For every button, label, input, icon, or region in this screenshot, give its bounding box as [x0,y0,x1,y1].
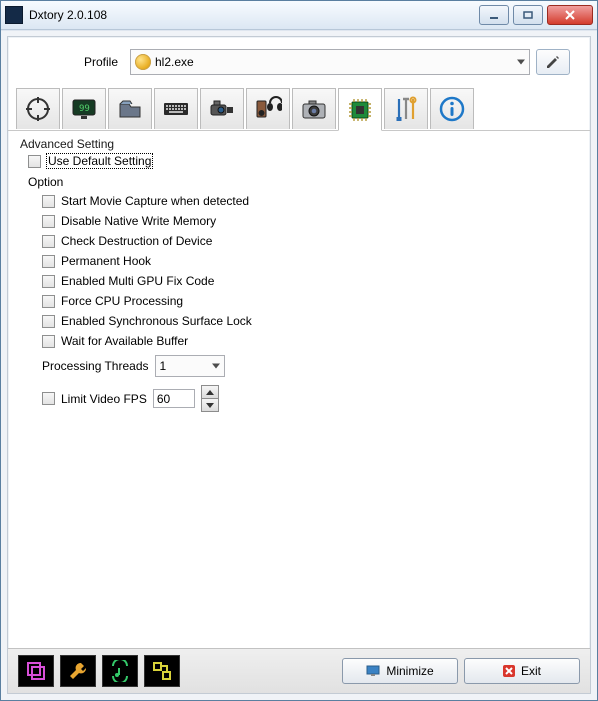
advanced-pane: Advanced Setting Use Default Setting Opt… [8,131,590,648]
option-label: Check Destruction of Device [61,234,212,248]
fps-spin-down[interactable] [201,399,219,412]
limit-fps-label: Limit Video FPS [61,392,147,406]
option-label: Force CPU Processing [61,294,183,308]
processing-threads-row: Processing Threads 1 [20,351,578,381]
option-label: Disable Native Write Memory [61,214,216,228]
camera-icon [300,95,328,123]
triangle-up-icon [206,390,214,395]
close-window-button[interactable] [547,5,593,25]
option-row-6[interactable]: Enabled Synchronous Surface Lock [20,311,578,331]
titlebar[interactable]: Dxtory 2.0.108 [1,1,597,30]
tool-button-4[interactable] [144,655,180,687]
monitor-small-icon [366,665,380,677]
camcorder-icon [208,95,236,123]
info-icon [438,95,466,123]
tab-advanced[interactable] [338,88,382,131]
option-row-2[interactable]: Check Destruction of Device [20,231,578,251]
maximize-window-button[interactable] [513,5,543,25]
tab-third-party[interactable] [384,88,428,129]
tab-hotkey[interactable] [154,88,198,129]
window-title: Dxtory 2.0.108 [29,8,107,22]
profile-row: Profile hl2.exe [8,37,590,83]
monitor-icon: 99 [70,95,98,123]
fps-spin-up[interactable] [201,385,219,399]
tool-button-2[interactable] [60,655,96,687]
tab-target[interactable] [16,88,60,129]
option-checkbox[interactable] [42,335,55,348]
app-icon [5,6,23,24]
tool-button-1[interactable] [18,655,54,687]
profile-select[interactable]: hl2.exe [130,49,530,75]
edit-profile-button[interactable] [536,49,570,75]
profile-value: hl2.exe [155,55,194,69]
option-checkbox[interactable] [42,255,55,268]
use-default-setting-checkbox[interactable] [28,155,41,168]
tab-overlay[interactable]: 99 [62,88,106,129]
tool-button-3[interactable] [102,655,138,687]
limit-fps-spinner [201,385,219,412]
limit-fps-input[interactable]: 60 [153,389,195,408]
audio-icon [254,95,282,123]
option-checkbox[interactable] [42,295,55,308]
option-checkbox[interactable] [42,215,55,228]
minimize-window-button[interactable] [479,5,509,25]
client-area: Profile hl2.exe [7,36,591,694]
bottom-bar: Minimize Exit [8,648,590,693]
limit-fps-checkbox[interactable] [42,392,55,405]
option-row-0[interactable]: Start Movie Capture when detected [20,191,578,211]
triangle-down-icon [206,403,214,408]
rawcap-icon [151,660,173,682]
option-checkbox[interactable] [42,315,55,328]
chevron-down-icon [517,60,525,65]
exit-button[interactable]: Exit [464,658,580,684]
tab-folder[interactable] [108,88,152,129]
stack-icon [25,660,47,682]
folder-open-icon [116,95,144,123]
minimize-button-label: Minimize [386,664,433,678]
keyboard-icon [162,95,190,123]
option-checkbox[interactable] [42,275,55,288]
option-label: Wait for Available Buffer [61,334,188,348]
option-checkbox[interactable] [42,195,55,208]
limit-fps-row: Limit Video FPS 60 [20,381,578,416]
pencil-icon [545,54,561,70]
option-checkbox[interactable] [42,235,55,248]
processing-threads-label: Processing Threads [42,359,149,373]
processing-threads-select[interactable]: 1 [155,355,225,377]
x-red-icon [503,665,515,677]
processing-threads-value: 1 [160,359,167,373]
limit-fps-value: 60 [157,392,170,406]
use-default-setting-row[interactable]: Use Default Setting [20,151,578,171]
option-label: Permanent Hook [61,254,151,268]
app-window: Dxtory 2.0.108 Profile hl2.exe [0,0,598,701]
tools-icon [392,95,420,123]
note-cycle-icon [109,660,131,682]
tab-video[interactable] [200,88,244,129]
wrench-icon [67,660,89,682]
profile-label: Profile [28,55,124,69]
minimize-button[interactable]: Minimize [342,658,458,684]
option-label: Enabled Multi GPU Fix Code [61,274,214,288]
option-row-5[interactable]: Force CPU Processing [20,291,578,311]
option-row-3[interactable]: Permanent Hook [20,251,578,271]
svg-text:99: 99 [79,104,90,114]
tab-screenshot[interactable] [292,88,336,129]
use-default-setting-label: Use Default Setting [47,154,152,168]
tab-info[interactable] [430,88,474,129]
chip-icon [346,96,374,124]
option-label: Enabled Synchronous Surface Lock [61,314,252,328]
option-label: Start Movie Capture when detected [61,194,249,208]
tab-audio[interactable] [246,88,290,129]
chevron-down-icon [212,364,220,369]
option-group-label: Option [20,171,578,191]
exit-button-label: Exit [521,664,541,678]
option-row-1[interactable]: Disable Native Write Memory [20,211,578,231]
profile-file-icon [135,54,151,70]
tab-strip: 99 [8,83,590,131]
option-row-4[interactable]: Enabled Multi GPU Fix Code [20,271,578,291]
crosshair-icon [24,95,52,123]
option-row-7[interactable]: Wait for Available Buffer [20,331,578,351]
group-title-advanced: Advanced Setting [20,137,578,151]
